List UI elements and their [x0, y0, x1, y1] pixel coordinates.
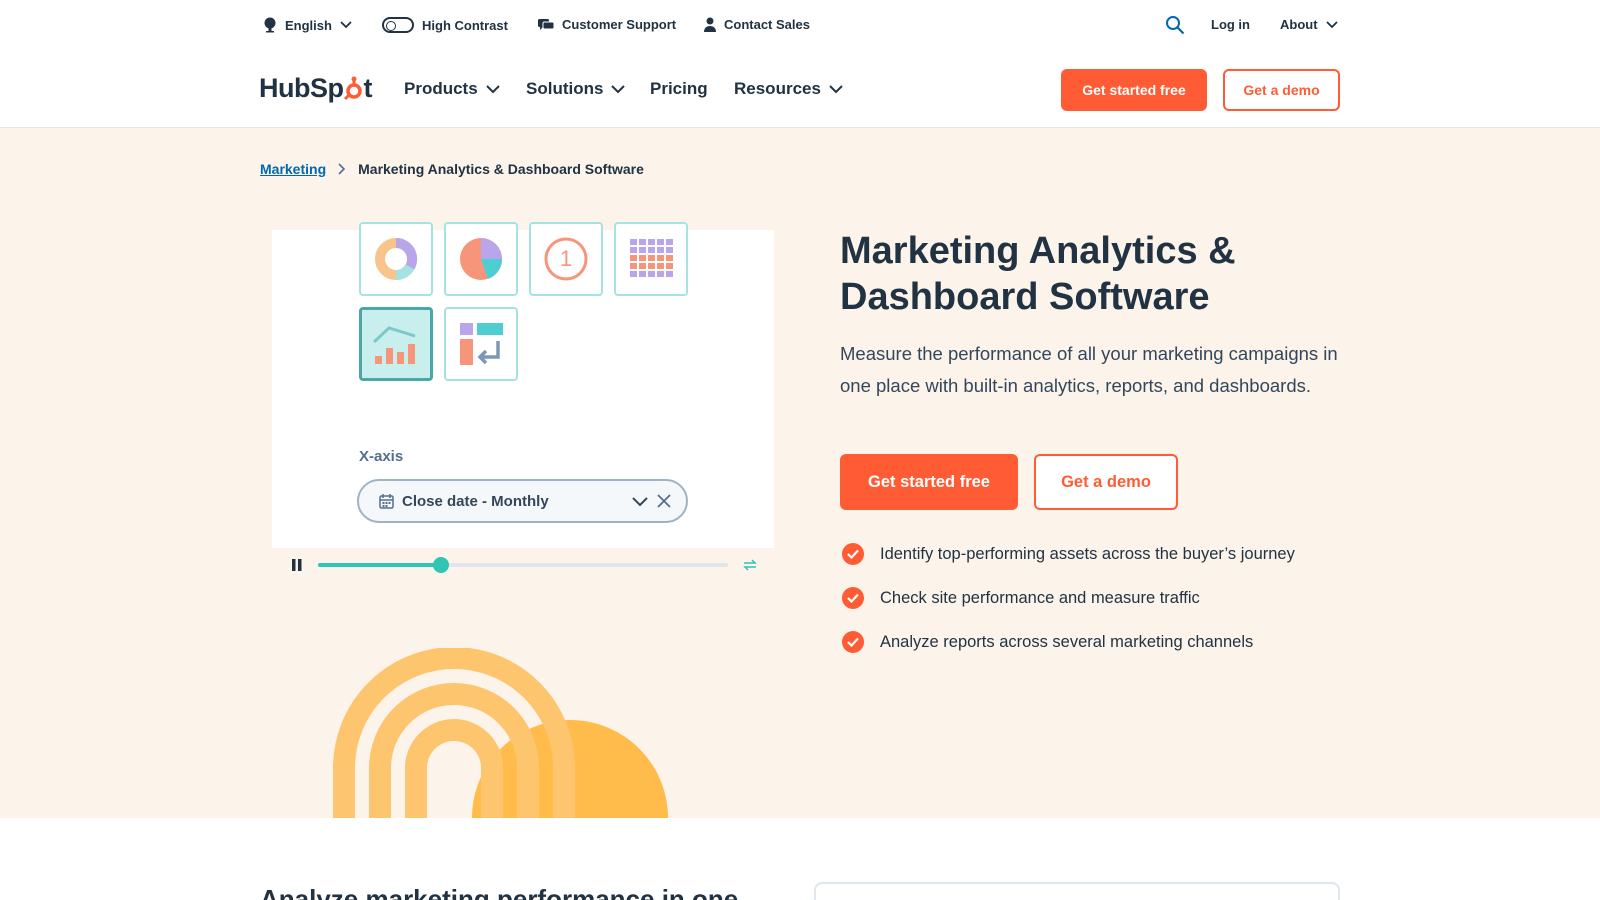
utility-bar: English High Contrast Customer Support C…	[0, 0, 1600, 52]
nav-get-demo-button[interactable]: Get a demo	[1223, 69, 1340, 111]
feature-text: Identify top-performing assets across th…	[880, 544, 1295, 563]
contact-sales-link[interactable]: Contact Sales	[704, 17, 810, 32]
progress-fill	[318, 563, 441, 567]
nav-products-label: Products	[404, 79, 478, 98]
grid-table-icon	[630, 239, 673, 277]
high-contrast-label: High Contrast	[422, 17, 508, 33]
pivot-table-icon	[460, 323, 503, 365]
combo-chart-tile[interactable]	[359, 307, 433, 381]
close-icon[interactable]	[656, 492, 672, 510]
feature-text: Check site performance and measure traff…	[880, 588, 1200, 607]
single-value-tile[interactable]: 1	[529, 222, 603, 296]
logo-text-p: p	[327, 73, 345, 103]
customer-support-label: Customer Support	[562, 17, 677, 32]
decorative-arches	[333, 648, 668, 818]
breadcrumb-parent-link[interactable]: Marketing	[260, 161, 326, 177]
toggle-switch[interactable]	[382, 17, 414, 33]
main-nav: HubS p t Products Solutions Pricing Resour…	[0, 52, 1600, 128]
grid-table-tile[interactable]	[614, 222, 688, 296]
chevron-down-icon	[829, 84, 843, 93]
nav-solutions[interactable]: Solutions	[526, 79, 626, 99]
breadcrumb: Marketing Marketing Analytics & Dashboar…	[260, 161, 644, 177]
globe-icon	[264, 17, 276, 33]
chevron-down-icon	[1325, 20, 1338, 28]
check-icon	[842, 587, 864, 609]
nav-resources[interactable]: Resources	[734, 79, 843, 99]
hero-get-started-button[interactable]: Get started free	[840, 454, 1018, 510]
page-title: Marketing Analytics & Dashboard Software	[840, 230, 1236, 318]
chevron-down-icon	[340, 21, 352, 29]
hero-get-demo-button[interactable]: Get a demo	[1034, 454, 1178, 510]
language-selector[interactable]: English	[263, 17, 352, 33]
login-link[interactable]: Log in	[1211, 17, 1250, 32]
feature-item: Identify top-performing assets across th…	[842, 543, 1295, 565]
nav-products[interactable]: Products	[404, 79, 500, 99]
replay-icon[interactable]	[742, 558, 758, 572]
nav-resources-label: Resources	[734, 79, 821, 98]
hero-description: Measure the performance of all your mark…	[840, 343, 1338, 396]
progress-thumb[interactable]	[433, 557, 449, 573]
nav-get-started-button[interactable]: Get started free	[1061, 69, 1207, 111]
search-button[interactable]	[1165, 15, 1185, 35]
progress-track[interactable]	[318, 557, 728, 573]
pivot-table-tile[interactable]	[444, 307, 518, 381]
logo-text: HubS	[259, 73, 328, 103]
xaxis-label: X-axis	[359, 448, 404, 465]
person-icon	[704, 17, 716, 32]
chevron-right-icon	[338, 163, 346, 175]
breadcrumb-current: Marketing Analytics & Dashboard Software	[358, 161, 644, 177]
check-icon	[842, 631, 864, 653]
chat-bubbles-icon	[538, 18, 554, 30]
about-label: About	[1280, 17, 1318, 32]
combo-chart-icon	[372, 326, 416, 364]
check-icon	[842, 543, 864, 565]
sprocket-icon	[343, 76, 362, 100]
high-contrast-toggle[interactable]: High Contrast	[382, 17, 508, 33]
chevron-down-icon	[485, 84, 500, 93]
hero-section: Marketing Marketing Analytics & Dashboar…	[0, 128, 1600, 818]
section-card	[814, 882, 1340, 900]
nav-solutions-label: Solutions	[526, 79, 604, 98]
animation-player	[288, 554, 758, 576]
contact-sales-label: Contact Sales	[724, 17, 810, 32]
xaxis-select[interactable]: Close date - Monthly	[357, 479, 688, 523]
nav-pricing-label: Pricing	[650, 79, 708, 98]
pie-chart-icon	[460, 238, 503, 280]
language-label: English	[285, 17, 332, 33]
xaxis-select-value: Close date - Monthly	[402, 492, 549, 510]
hubspot-logo[interactable]: HubS p t	[259, 73, 372, 104]
pie-chart-tile[interactable]	[444, 222, 518, 296]
report-builder-demo: 1 X-axis Close date - Monthly	[272, 222, 774, 548]
feature-text: Analyze reports across several marketing…	[880, 632, 1254, 651]
customer-support-link[interactable]: Customer Support	[538, 17, 676, 32]
chevron-down-icon[interactable]	[632, 492, 648, 510]
pause-icon[interactable]	[290, 554, 304, 576]
logo-text-t: t	[363, 73, 373, 103]
donut-chart-tile[interactable]	[359, 222, 433, 296]
chevron-down-icon	[611, 84, 626, 93]
search-icon	[1166, 16, 1185, 35]
about-menu[interactable]: About	[1280, 17, 1338, 32]
nav-pricing[interactable]: Pricing	[650, 79, 708, 99]
login-label: Log in	[1211, 17, 1250, 32]
feature-item: Analyze reports across several marketing…	[842, 631, 1253, 653]
section-title: Analyze marketing performance in one	[260, 884, 739, 900]
feature-item: Check site performance and measure traff…	[842, 587, 1200, 609]
donut-chart-icon	[375, 237, 418, 280]
tile-number: 1	[559, 246, 573, 271]
calendar-icon	[379, 493, 394, 509]
